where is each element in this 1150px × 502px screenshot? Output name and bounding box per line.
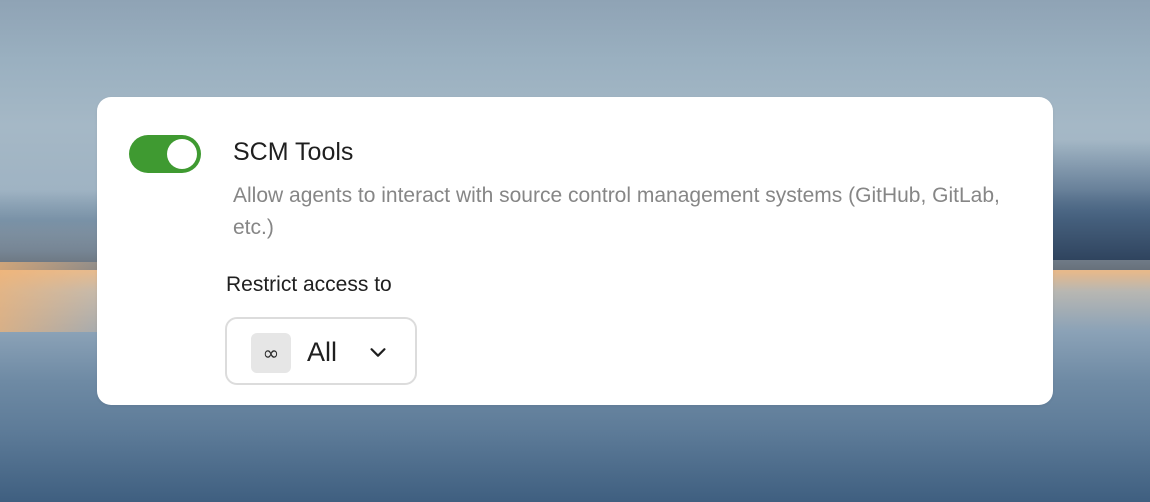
scm-tools-card: SCM Tools Allow agents to interact with …: [97, 97, 1053, 405]
selected-value: All: [307, 337, 338, 367]
infinity-icon: ∞: [251, 333, 291, 373]
scm-tools-description: Allow agents to interact with source con…: [233, 184, 1000, 239]
scm-tools-toggle[interactable]: [129, 135, 201, 173]
restrict-access-label: Restrict access to: [226, 273, 392, 296]
chevron-down-icon: [370, 348, 386, 357]
toggle-knob: [167, 139, 197, 169]
scm-tools-title: SCM Tools: [233, 138, 354, 166]
restrict-access-select[interactable]: ∞ All: [225, 317, 417, 385]
